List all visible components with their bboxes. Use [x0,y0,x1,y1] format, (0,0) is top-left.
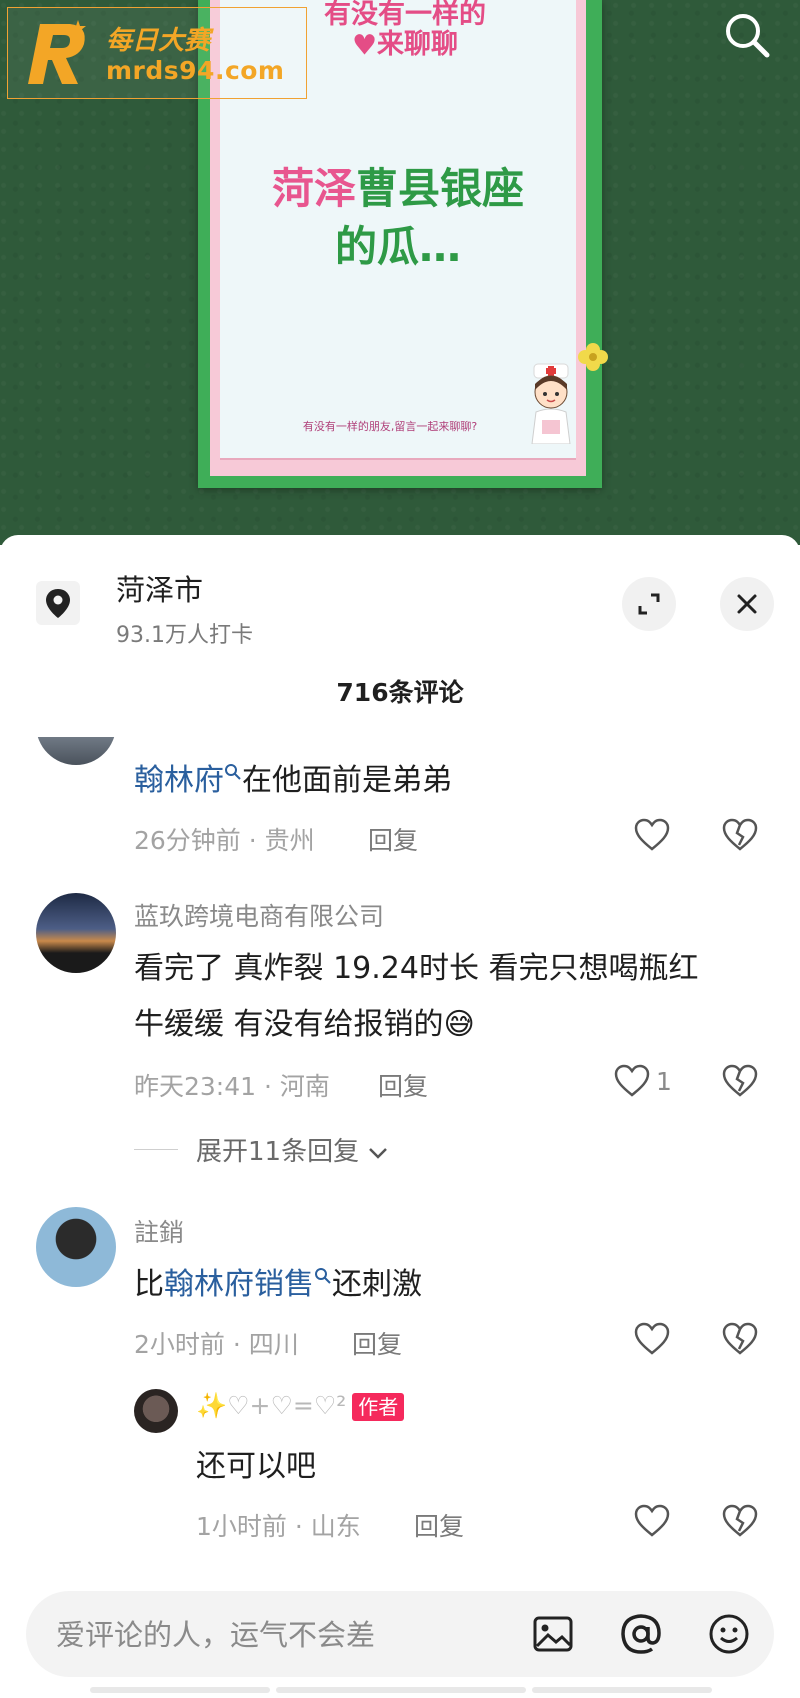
poster-headline-green-1: 曹县银座 [356,164,525,213]
comments-count: 716条评论 [336,678,464,707]
nurse-illustration-icon [531,363,571,444]
comment-text-post: 还刺激 [332,1267,422,1302]
heart-icon[interactable] [632,815,672,855]
reply-button[interactable]: 回复 [378,1067,428,1103]
comment-username[interactable]: 蓝玖跨境电商有限公司 [134,897,384,933]
bottom-indicator [90,1687,270,1693]
search-button[interactable] [722,10,772,60]
reply-button[interactable]: 回复 [414,1507,464,1543]
close-icon [737,594,757,614]
comment-text-rest: 在他面前是弟弟 [242,763,452,798]
broken-heart-icon[interactable] [720,1319,760,1359]
reply-username[interactable]: ✨♡+♡=♡² [196,1391,346,1420]
comment-text-pre: 比 [134,1267,164,1302]
expand-button[interactable] [622,577,676,631]
bottom-indicator [276,1687,526,1693]
avatar[interactable] [134,1389,178,1433]
bottom-indicator [532,1687,712,1693]
watermark-site-name: 每日大赛 [106,26,211,56]
divider [134,1149,178,1150]
author-badge: 作者 [352,1393,405,1421]
expand-replies-label: 展开11条回复 [196,1137,360,1167]
heart-icon[interactable] [632,1501,672,1541]
comment-time-place: 26分钟前 · 贵州 [134,826,315,855]
comment-input[interactable] [54,1609,508,1661]
watermark-logo-icon [28,20,86,84]
search-icon [726,14,770,58]
poster-headline-pink: 菏泽 [271,164,356,213]
poster-note: 有没有一样的朋友,留言一起来聊聊? [302,420,478,433]
reply-button[interactable]: 回复 [352,1325,402,1361]
comment-text: 比翰林府销售 还刺激 [134,1257,422,1313]
comments-sheet: 菏泽市 93.1万人打卡 716条评论 翰林府 在他面前是弟弟 26分钟前 · 贵… [0,535,800,1698]
comment-username[interactable]: 註銷 [134,1213,184,1249]
heart-icon: ♥ [351,28,378,62]
watermark-site-url: mrds94.com [106,56,285,85]
search-magnifier-icon [225,764,241,780]
poster-top-line1: 有没有一样的 [324,0,486,30]
comment-time-place: 昨天23:41 · 河南 [134,1072,330,1101]
chevron-down-icon [369,1148,388,1159]
comment-line: 牛缓缓 有没有给报销的😅 [134,1007,475,1042]
video-area[interactable]: 有没有一样的 ♥来聊聊 菏泽曹县银座 的瓜… 有没有一样的朋友,留言一起来聊聊? [0,0,800,545]
flower-icon [578,343,608,371]
like-count: 1 [656,1067,672,1096]
expand-icon [638,593,660,615]
broken-heart-icon[interactable] [720,1501,760,1541]
poster-headline: 菏泽曹县银座 的瓜… [220,160,576,276]
hashtag-link[interactable]: 翰林府 [134,763,224,798]
comment-input-bar [26,1591,774,1677]
comment-time-place: 2小时前 · 四川 [134,1330,299,1359]
emoji-icon[interactable] [706,1611,752,1657]
avatar[interactable] [36,893,116,973]
avatar[interactable] [36,1207,116,1287]
location-pin-icon [36,581,80,625]
poster-top-title: 有没有一样的 ♥来聊聊 [310,0,500,68]
reply-button[interactable]: 回复 [368,821,418,857]
heart-icon[interactable] [632,1319,672,1359]
watermark: 每日大赛 mrds94.com [7,7,307,99]
at-icon[interactable] [618,1611,664,1657]
reply-username-row: ✨♡+♡=♡² 作者 [196,1391,405,1421]
poster-headline-green-2: 的瓜… [334,222,461,271]
reply-time-place: 1小时前 · 山东 [196,1512,361,1541]
broken-heart-icon[interactable] [720,1061,760,1101]
reply-text: 还可以吧 [196,1449,316,1484]
location-checkins: 93.1万人打卡 [116,623,253,648]
comment-text: 翰林府 在他面前是弟弟 [134,753,452,809]
close-button[interactable] [720,577,774,631]
search-magnifier-icon [315,1268,331,1284]
hashtag-link[interactable]: 翰林府销售 [164,1267,314,1302]
location-name[interactable]: 菏泽市 [116,567,203,609]
expand-replies-button[interactable]: 展开11条回复 [196,1131,389,1168]
image-icon[interactable] [530,1611,576,1657]
heart-icon[interactable] [612,1061,652,1101]
comment-text: 看完了 真炸裂 19.24时长 看完只想喝瓶红 牛缓缓 有没有给报销的😅 [134,941,699,1053]
poster-top-line2: 来聊聊 [377,29,459,60]
broken-heart-icon[interactable] [720,815,760,855]
comment-line: 看完了 真炸裂 19.24时长 看完只想喝瓶红 [134,951,699,986]
